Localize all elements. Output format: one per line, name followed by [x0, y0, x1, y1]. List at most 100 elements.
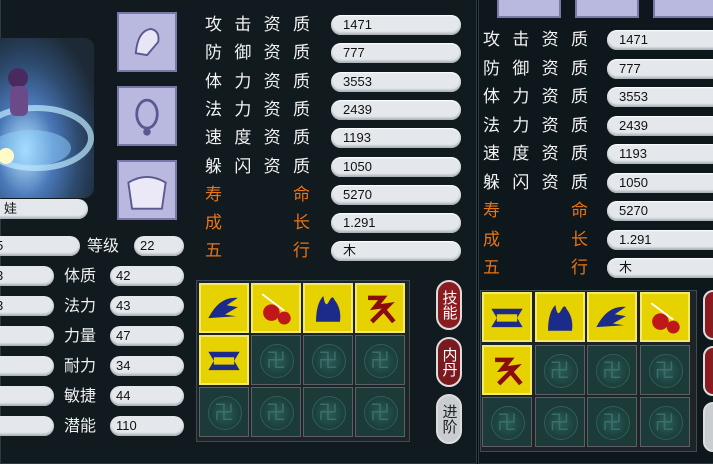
equip-slot-helmet[interactable] [117, 12, 177, 72]
aptitude-label: 防御资质 [205, 42, 310, 64]
left-value-field-5 [0, 356, 54, 376]
aptitude-label-char: 法 [483, 115, 500, 136]
aptitude-label-char: 资 [263, 156, 281, 177]
aptitude-label-char: 成 [483, 229, 500, 250]
right-advance-tab-button[interactable] [703, 402, 713, 452]
aptitude-label-char: 质 [570, 87, 588, 107]
level-value-field: 22 [134, 236, 184, 256]
skill-slot[interactable] [587, 292, 637, 342]
equip-slot-necklace[interactable] [117, 86, 177, 146]
skill-slot[interactable] [303, 283, 353, 333]
blue-flame-skill-icon [305, 285, 351, 331]
aptitude-label-char: 质 [292, 15, 310, 35]
empty-skill-slot[interactable] [355, 387, 405, 437]
wave-skill-icon [201, 285, 247, 331]
equip-slot-right-1[interactable] [497, 0, 561, 18]
left-value-field-2: 3 [0, 266, 54, 286]
aptitude-label-char: 质 [292, 128, 310, 149]
empty-skill-slot[interactable] [639, 344, 690, 395]
skill-slot[interactable] [482, 292, 532, 342]
skill-slot[interactable] [199, 335, 249, 385]
aptitude-value: 1193 [331, 128, 461, 149]
aptitude-label: 成长 [483, 229, 588, 251]
aptitude-label-char: 资 [541, 172, 559, 193]
helmet-icon [134, 27, 160, 57]
right-skills-tab-button[interactable] [703, 290, 713, 340]
aptitude-label-char: 长 [293, 213, 310, 234]
aptitude-label-char: 度 [234, 128, 252, 149]
empty-skill-slot[interactable] [482, 397, 532, 447]
empty-skill-slot[interactable] [303, 387, 353, 437]
aptitude-value: 3553 [331, 71, 461, 92]
inner-core-tab-label: 内丹 [440, 347, 459, 377]
stat-value-text: 47 [116, 328, 131, 343]
equip-slot-right-3[interactable] [653, 0, 713, 18]
aptitude-label-char: 资 [541, 87, 559, 107]
empty-skill-slot[interactable] [639, 397, 690, 447]
aptitude-label: 法力资质 [205, 99, 310, 121]
stat-value-agility: 44 [110, 386, 184, 406]
pet-name-field[interactable]: 娃 [0, 199, 88, 219]
empty-skill-slot[interactable] [534, 344, 585, 395]
aptitude-label-char: 资 [541, 58, 559, 79]
aptitude-label: 五行 [483, 257, 588, 279]
rune-skill-icon [357, 285, 403, 331]
stat-value-text: 44 [116, 388, 131, 403]
aptitude-label-char: 质 [570, 144, 588, 164]
stat-value-potential: 110 [110, 416, 184, 436]
right-inner-tab-button[interactable] [703, 346, 713, 396]
aptitude-label-char: 资 [263, 71, 281, 92]
empty-skill-slot[interactable] [587, 344, 637, 395]
skill-slot[interactable] [199, 283, 249, 333]
aptitude-label-char: 质 [292, 71, 310, 92]
empty-skill-slot[interactable] [199, 387, 249, 437]
equip-slot-right-2[interactable] [575, 0, 639, 18]
empty-skill-slot[interactable] [251, 387, 301, 437]
aptitude-label-char: 速 [205, 128, 222, 149]
aptitude-label-char: 闪 [234, 156, 252, 177]
skill-slot[interactable] [534, 292, 585, 342]
empty-skill-slot[interactable] [251, 335, 301, 385]
equip-slot-armor[interactable] [117, 160, 177, 220]
empty-skill-slot[interactable] [534, 397, 585, 447]
aptitude-label-char: 御 [512, 58, 530, 79]
aptitude-label-char: 力 [512, 87, 530, 107]
aptitude-label-char: 命 [293, 184, 310, 205]
stat-label-constitution: 体质 [64, 266, 97, 285]
aptitude-label-char: 体 [205, 71, 222, 92]
skills-tab-button[interactable]: 技能 [436, 280, 462, 330]
aptitude-label-char: 御 [234, 43, 252, 64]
left-value-field-6 [0, 386, 54, 406]
left-value-field-1: 5 [0, 236, 80, 256]
aptitude-value: 1050 [607, 172, 713, 193]
aptitude-value: 777 [607, 58, 713, 79]
aptitude-label: 躲闪资质 [483, 172, 588, 194]
skill-slot[interactable] [639, 292, 690, 342]
aptitude-label-char: 质 [570, 58, 588, 79]
advance-tab-button[interactable]: 进阶 [436, 394, 462, 444]
empty-skill-slot[interactable] [587, 397, 637, 447]
empty-skill-slot[interactable] [355, 335, 405, 385]
aptitude-label-char: 法 [205, 99, 222, 120]
empty-skill-slot[interactable] [303, 335, 353, 385]
aptitude-label: 攻击资质 [483, 29, 588, 51]
bite-skill-icon [201, 337, 247, 383]
skill-slot[interactable] [251, 283, 301, 333]
aptitude-label-char: 资 [263, 99, 281, 120]
aptitude-label: 防御资质 [483, 58, 588, 80]
wave-skill-icon [589, 294, 635, 340]
skill-slot[interactable] [482, 344, 532, 395]
aptitude-label: 体力资质 [483, 86, 588, 108]
aptitude-label-char: 五 [205, 241, 222, 262]
skill-slot[interactable] [355, 283, 405, 333]
inner-core-tab-button[interactable]: 内丹 [436, 337, 462, 387]
left-value-field-3: 3 [0, 296, 54, 316]
left-value-field-7 [0, 416, 54, 436]
aptitude-label-char: 质 [292, 99, 310, 120]
aptitude-label-char: 寿 [483, 201, 500, 221]
rune-skill-icon [484, 346, 530, 393]
aptitude-label-char: 度 [512, 144, 530, 164]
stat-label-endurance: 耐力 [64, 356, 97, 375]
aptitude-value: 777 [331, 43, 461, 64]
stat-value-text: 42 [116, 268, 131, 283]
